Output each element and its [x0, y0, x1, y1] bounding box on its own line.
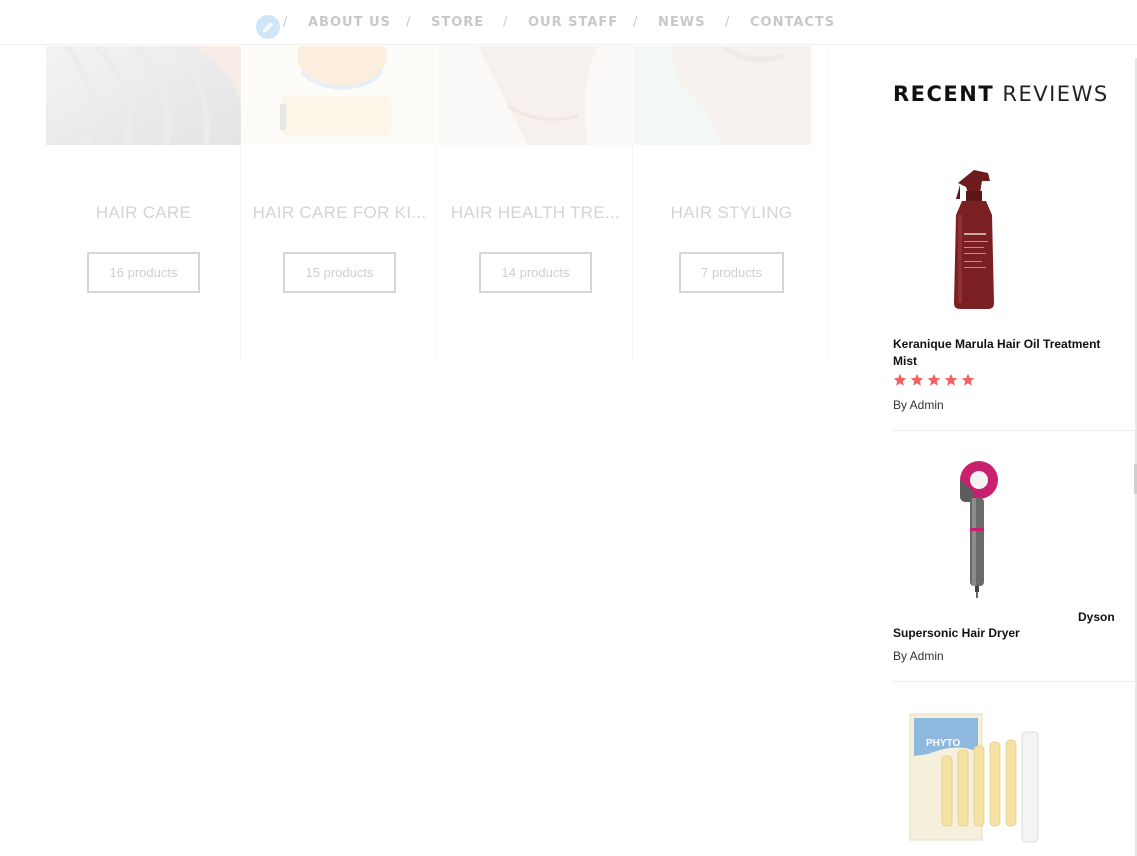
category-title[interactable]: HAIR STYLING: [634, 203, 829, 223]
review-brand-name[interactable]: Dyson: [1078, 609, 1115, 626]
category-products-button[interactable]: 16 products: [87, 252, 200, 293]
recent-reviews-title-light: REVIEWS: [1002, 82, 1109, 106]
category-title[interactable]: HAIR CARE FOR KI...: [242, 203, 437, 223]
category-title[interactable]: HAIR HEALTH TRE...: [438, 203, 633, 223]
category-image-hair-care: [46, 46, 241, 145]
review-author: By Admin: [893, 649, 944, 663]
star-icon: [927, 373, 941, 386]
star-icon: [944, 373, 958, 386]
category-title[interactable]: HAIR CARE: [46, 203, 241, 223]
category-image-hair-styling: [634, 46, 829, 145]
category-products-button[interactable]: 15 products: [283, 252, 396, 293]
top-navigation: / ABOUT US / STORE / OUR STAFF / NEWS / …: [0, 0, 1137, 45]
nav-link-contacts[interactable]: CONTACTS: [750, 15, 835, 30]
review-rating: [893, 373, 975, 387]
review-product-name[interactable]: Keranique Marula Hair Oil Treatment Mist: [893, 336, 1123, 370]
nav-link-about-us[interactable]: ABOUT US: [308, 15, 391, 30]
star-icon: [893, 373, 907, 386]
review-author: By Admin: [893, 398, 944, 412]
review-product-name[interactable]: Supersonic Hair Dryer: [893, 625, 1020, 642]
phyto-logo-text: PHYTO: [926, 738, 960, 749]
nav-link-our-staff[interactable]: OUR STAFF: [528, 15, 618, 30]
nav-separator: /: [503, 15, 509, 30]
review-divider: [893, 681, 1137, 682]
nav-separator: /: [406, 15, 412, 30]
category-card-hair-styling[interactable]: HAIR STYLING 7 products: [634, 46, 829, 361]
category-card-hair-care[interactable]: HAIR CARE 16 products: [46, 46, 241, 361]
review-divider: [893, 430, 1137, 431]
star-icon: [961, 373, 975, 386]
recent-reviews-title: RECENT REVIEWS: [893, 82, 1109, 106]
product-image-dyson[interactable]: [896, 458, 1056, 603]
nav-separator: /: [633, 15, 639, 30]
nav-link-store[interactable]: STORE: [431, 15, 484, 30]
star-icon: [910, 373, 924, 386]
category-image-hair-care-kids: [242, 46, 437, 145]
product-image-phyto[interactable]: PHYTO: [908, 712, 1048, 846]
category-image-hair-health: [438, 46, 633, 145]
recent-reviews-title-bold: RECENT: [893, 82, 995, 106]
product-image-keranique[interactable]: [896, 165, 1056, 315]
category-card-hair-care-kids[interactable]: HAIR CARE FOR KI... 15 products: [242, 46, 437, 361]
nav-separator: /: [725, 15, 731, 30]
category-products-button[interactable]: 7 products: [679, 252, 784, 293]
nav-link-news[interactable]: NEWS: [658, 15, 705, 30]
edit-pencil-icon[interactable]: [256, 15, 280, 39]
category-products-button[interactable]: 14 products: [479, 252, 592, 293]
category-card-hair-health[interactable]: HAIR HEALTH TRE... 14 products: [438, 46, 633, 361]
nav-separator: /: [283, 15, 289, 30]
